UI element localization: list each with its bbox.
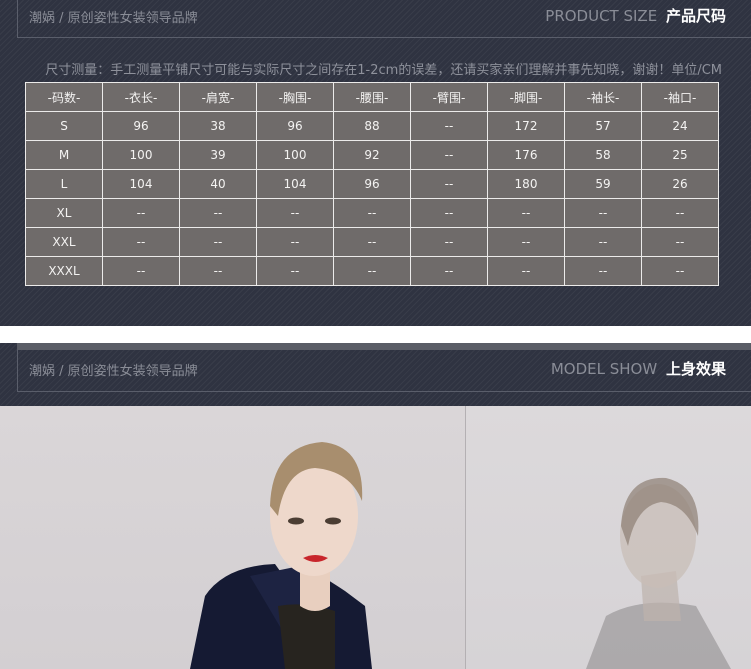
size-value-cell: -- [333,256,411,286]
size-table-header-cell: -袖口- [641,82,719,112]
size-value-cell: 100 [256,140,334,170]
size-value-cell: -- [410,227,488,257]
size-value-cell: -- [641,227,719,257]
size-value-cell: -- [641,198,719,228]
size-value-cell: 38 [179,111,257,141]
model-illustration-front [190,442,372,669]
size-value-cell: -- [564,227,642,257]
size-table-header-row: -码数- -衣长- -肩宽- -胸围- -腰围- -臂围- -脚围- -袖长- -袖口- [25,82,719,112]
section-title-cn: 产品尺码 [665,7,726,25]
size-table-header-cell: -脚围- [487,82,565,112]
size-table-header-cell: -衣长- [102,82,180,112]
size-value-cell: -- [256,198,334,228]
section-title: PRODUCT SIZE 产品尺码 [545,5,726,26]
size-value-cell: -- [410,169,488,199]
size-value-cell: 58 [564,140,642,170]
size-value-cell: -- [410,111,488,141]
size-label-cell: L [25,169,103,199]
size-table: -码数- -衣长- -肩宽- -胸围- -腰围- -臂围- -脚围- -袖长- -袖口- S 96 3… [25,82,719,286]
size-value-cell: 39 [179,140,257,170]
size-table-header-cell: -袖长- [564,82,642,112]
size-table-header-cell: -臂围- [410,82,488,112]
model-photo-front [0,406,465,669]
model-illustration-side [586,477,731,669]
section-title-en: PRODUCT SIZE [545,7,658,25]
size-table-header-cell: -腰围- [333,82,411,112]
size-value-cell: 57 [564,111,642,141]
size-value-cell: -- [179,256,257,286]
section-title-en: MODEL SHOW [550,360,658,378]
size-value-cell: 176 [487,140,565,170]
measurement-note: 尺寸测量：手工测量平铺尺寸可能与实际尺寸之间存在1-2cm的误差，还请买家亲们理… [45,63,722,78]
size-value-cell: -- [487,227,565,257]
size-value-cell: 96 [333,169,411,199]
size-table-row: XXXL -- -- -- -- -- -- -- -- [25,256,719,286]
product-size-section: 潮娲 / 原创姿性女装领导品牌 PRODUCT SIZE 产品尺码 尺寸测量：手… [0,0,751,326]
size-table-row: M 100 39 100 92 -- 176 58 25 [25,140,719,170]
brand-tagline: 潮娲 / 原创姿性女装领导品牌 [29,11,198,26]
model-photos [0,406,751,669]
size-value-cell: -- [487,198,565,228]
size-value-cell: -- [102,198,180,228]
size-table-row: S 96 38 96 88 -- 172 57 24 [25,111,719,141]
size-value-cell: 104 [256,169,334,199]
size-value-cell: -- [256,256,334,286]
size-label-cell: XXL [25,227,103,257]
size-label-cell: M [25,140,103,170]
size-table-row: XXL -- -- -- -- -- -- -- -- [25,227,719,257]
model-photo-side [466,406,751,669]
size-table-row: XL -- -- -- -- -- -- -- -- [25,198,719,228]
size-value-cell: 59 [564,169,642,199]
size-value-cell: -- [179,227,257,257]
size-value-cell: -- [179,198,257,228]
size-value-cell: -- [102,227,180,257]
size-value-cell: -- [410,198,488,228]
size-table-row: L 104 40 104 96 -- 180 59 26 [25,169,719,199]
size-table-header-cell: -肩宽- [179,82,257,112]
size-value-cell: -- [564,256,642,286]
size-value-cell: -- [333,198,411,228]
size-value-cell: 104 [102,169,180,199]
size-value-cell: 172 [487,111,565,141]
size-label-cell: XXXL [25,256,103,286]
size-value-cell: -- [102,256,180,286]
size-value-cell: -- [564,198,642,228]
size-value-cell: -- [410,256,488,286]
size-label-cell: XL [25,198,103,228]
size-section-header: 潮娲 / 原创姿性女装领导品牌 PRODUCT SIZE 产品尺码 [17,0,751,38]
size-value-cell: 24 [641,111,719,141]
size-value-cell: 92 [333,140,411,170]
size-value-cell: 88 [333,111,411,141]
size-value-cell: 96 [102,111,180,141]
model-section-header: 潮娲 / 原创姿性女装领导品牌 MODEL SHOW 上身效果 [17,350,751,392]
size-value-cell: -- [410,140,488,170]
size-value-cell: 40 [179,169,257,199]
size-value-cell: 26 [641,169,719,199]
size-value-cell: -- [256,227,334,257]
size-value-cell: -- [641,256,719,286]
size-table-header-cell: -胸围- [256,82,334,112]
section-top-bar [17,343,751,350]
size-value-cell: 100 [102,140,180,170]
size-table-header-cell: -码数- [25,82,103,112]
size-value-cell: -- [333,227,411,257]
size-label-cell: S [25,111,103,141]
size-value-cell: 96 [256,111,334,141]
size-value-cell: 25 [641,140,719,170]
brand-tagline: 潮娲 / 原创姿性女装领导品牌 [29,364,198,379]
section-title-cn: 上身效果 [665,360,726,378]
size-value-cell: -- [487,256,565,286]
size-value-cell: 180 [487,169,565,199]
model-show-section: 潮娲 / 原创姿性女装领导品牌 MODEL SHOW 上身效果 [0,343,751,406]
section-title: MODEL SHOW 上身效果 [551,358,726,379]
